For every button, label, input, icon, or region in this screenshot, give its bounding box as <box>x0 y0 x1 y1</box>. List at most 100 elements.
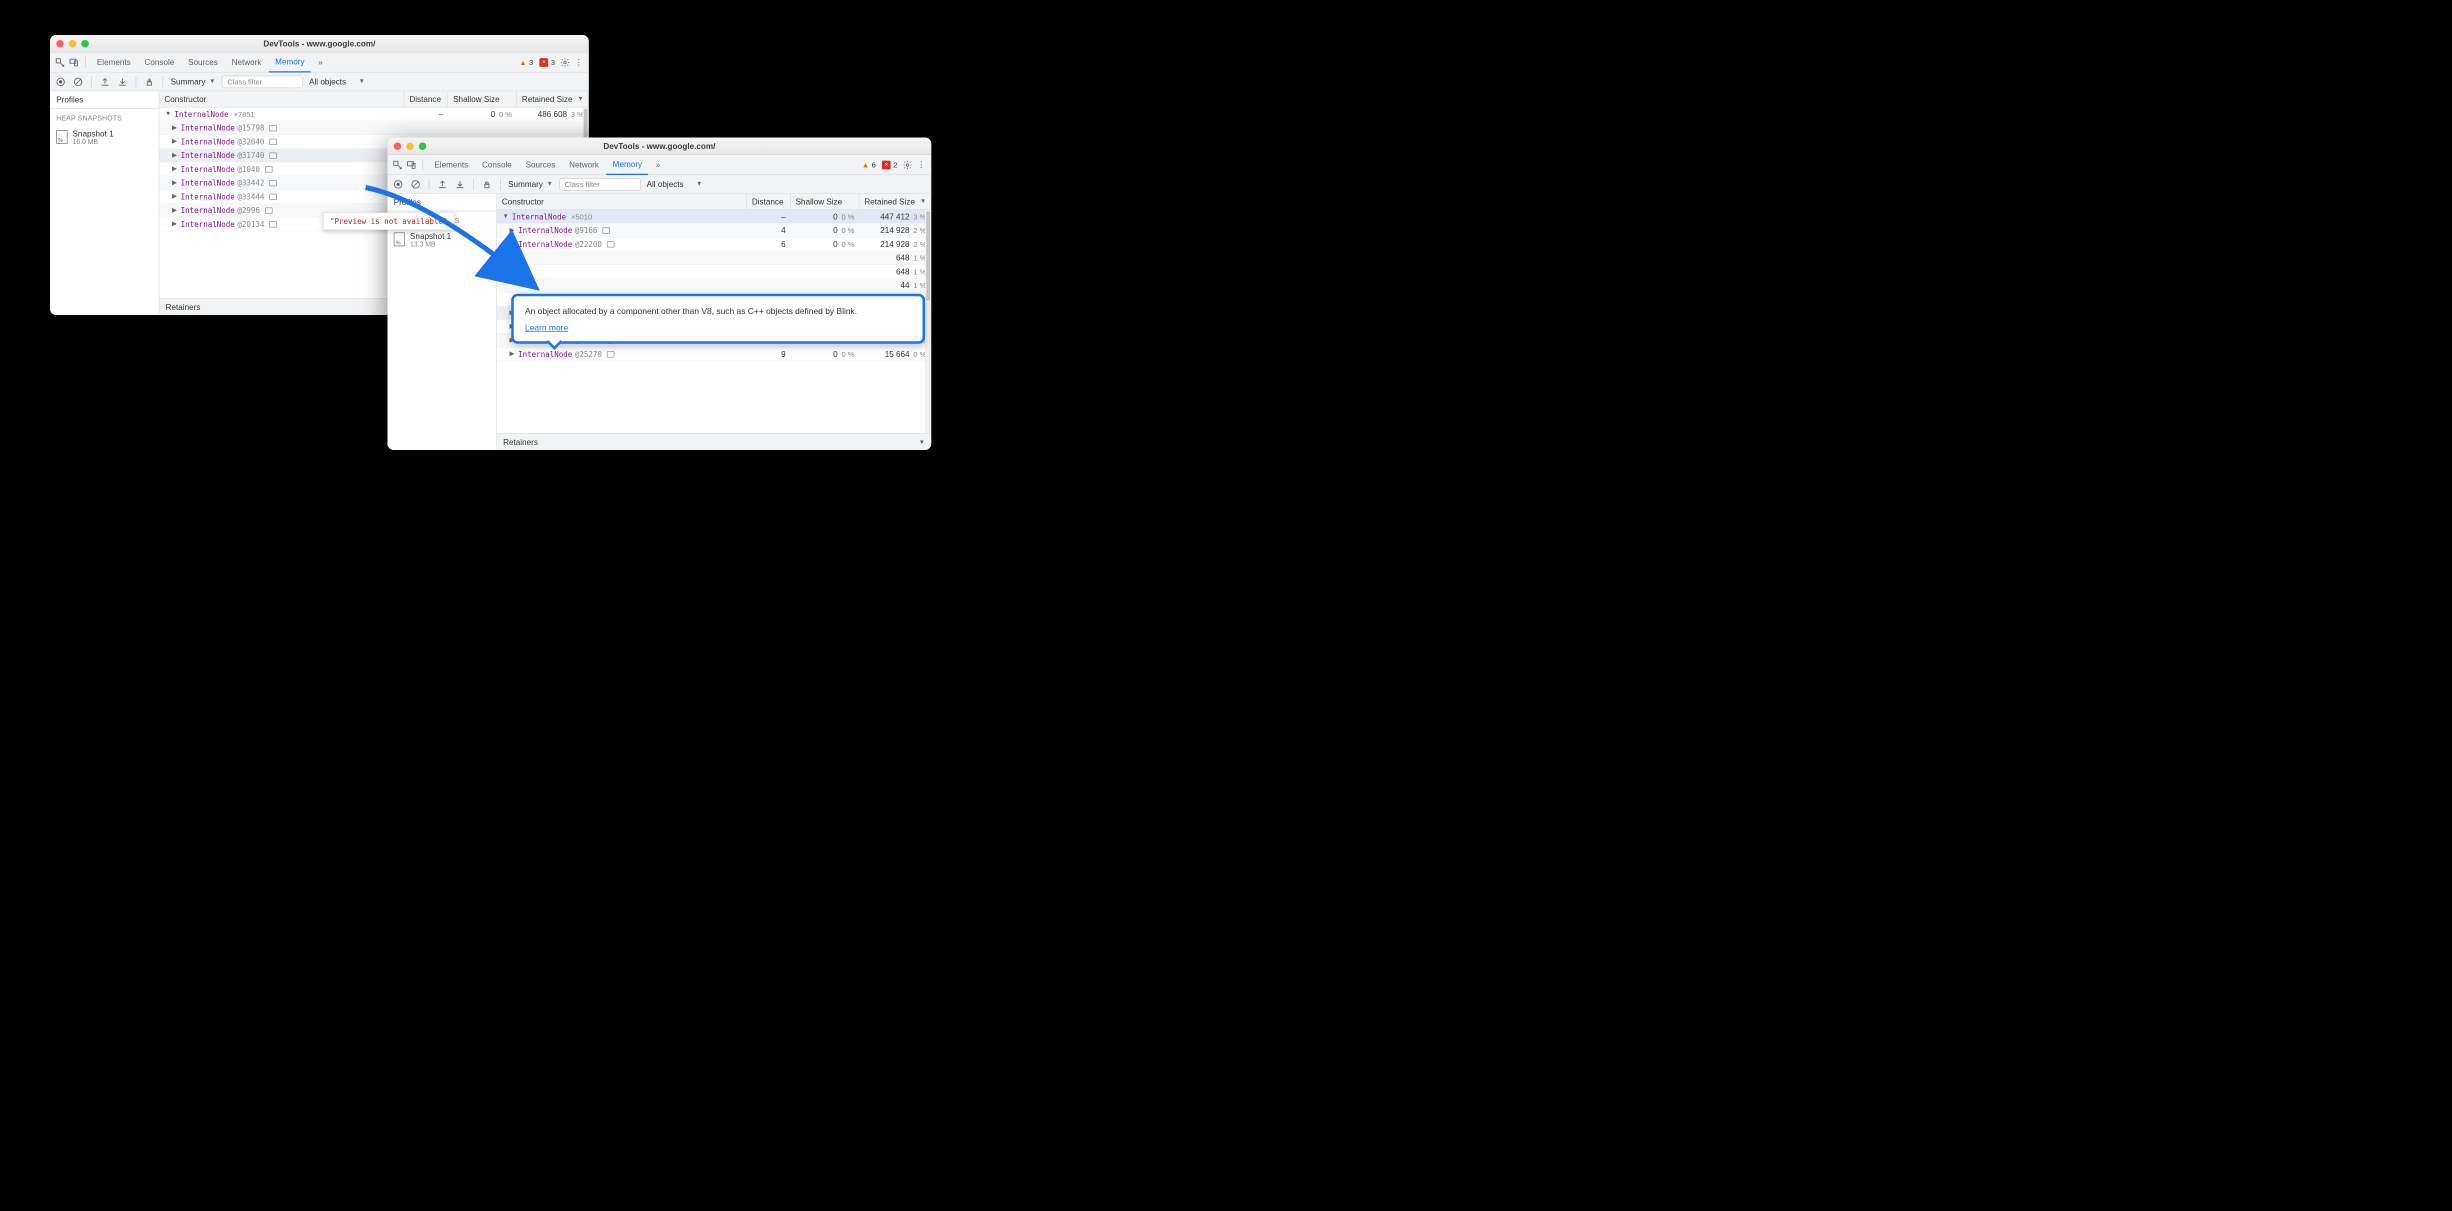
export-icon[interactable] <box>437 178 448 189</box>
chevron-down-icon[interactable]: ▼ <box>164 111 172 118</box>
object-icon <box>269 152 277 158</box>
device-icon[interactable] <box>68 56 81 69</box>
chevron-right-icon[interactable]: ▶ <box>171 166 179 173</box>
warning-chip[interactable]: ▲6 <box>862 160 876 169</box>
error-chip[interactable]: ×3 <box>540 58 555 67</box>
chevron-right-icon[interactable]: ▶ <box>508 351 516 358</box>
snapshot-item[interactable]: Snapshot 1 16.0 MB <box>50 125 159 149</box>
record-icon[interactable] <box>393 178 404 189</box>
device-icon[interactable] <box>405 158 418 171</box>
chevron-right-icon[interactable]: ▶ <box>171 138 179 145</box>
retainers-header[interactable]: Retainers ▼ <box>497 434 931 450</box>
titlebar[interactable]: DevTools - www.google.com/ <box>388 138 932 156</box>
close-button[interactable] <box>56 40 64 48</box>
tab-network[interactable]: Network <box>225 52 267 72</box>
col-retained[interactable]: Retained Size▼ <box>517 91 589 107</box>
inspect-icon[interactable] <box>391 158 404 171</box>
tab-more[interactable]: » <box>312 52 329 72</box>
zoom-button[interactable] <box>81 40 89 48</box>
chevron-right-icon[interactable]: ▶ <box>171 193 179 200</box>
object-filter-select[interactable]: All objects <box>309 77 346 86</box>
titlebar[interactable]: DevTools - www.google.com/ <box>50 35 589 53</box>
devtools-tabbar: Elements Console Sources Network Memory … <box>50 53 589 73</box>
col-distance[interactable]: Distance <box>404 91 448 107</box>
object-id: @2996 <box>237 206 260 215</box>
col-constructor[interactable]: Constructor <box>497 194 747 210</box>
gc-icon[interactable] <box>144 76 155 87</box>
settings-icon[interactable] <box>559 56 572 69</box>
zoom-button[interactable] <box>419 142 427 150</box>
col-retained[interactable]: Retained Size▼ <box>859 194 931 210</box>
object-id: @20134 <box>237 220 264 229</box>
col-constructor[interactable]: Constructor <box>159 91 404 107</box>
table-row[interactable]: ▶InternalNode @25270900 %15 6640 % <box>497 348 931 362</box>
gc-icon[interactable] <box>481 178 492 189</box>
class-filter-input[interactable]: Class filter <box>559 178 640 191</box>
inspect-icon[interactable] <box>54 56 67 69</box>
tab-sources[interactable]: Sources <box>519 155 561 175</box>
tab-elements[interactable]: Elements <box>91 52 137 72</box>
scrollbar[interactable] <box>925 210 931 433</box>
col-distance[interactable]: Distance <box>747 194 791 210</box>
table-row[interactable]: 6481 % <box>497 251 931 265</box>
chevron-right-icon[interactable]: ▶ <box>508 241 516 248</box>
tab-console[interactable]: Console <box>476 155 518 175</box>
chevron-down-icon[interactable]: ▼ <box>502 213 510 220</box>
minimize-button[interactable] <box>69 40 77 48</box>
caret-icon: ▼ <box>209 78 215 85</box>
tab-sources[interactable]: Sources <box>182 52 224 72</box>
tab-memory[interactable]: Memory <box>606 155 648 175</box>
chevron-right-icon[interactable]: ▶ <box>171 179 179 186</box>
table-row[interactable]: 441 % <box>497 279 931 293</box>
divider <box>423 159 424 170</box>
import-icon[interactable] <box>117 76 128 87</box>
settings-icon[interactable] <box>901 158 914 171</box>
table-row[interactable]: ▶InternalNode @15798 <box>159 121 588 135</box>
constructor-cell: ▼InternalNode×7851 <box>159 110 404 119</box>
memory-toolbar: Summary▼ Class filter All objects ▼ <box>388 175 932 194</box>
chevron-right-icon[interactable]: ▶ <box>171 152 179 159</box>
minimize-button[interactable] <box>406 142 414 150</box>
table-row[interactable]: ▼InternalNode×5010–00 %447 4123 % <box>497 210 931 224</box>
view-select[interactable]: Summary▼ <box>171 77 216 86</box>
table-row[interactable]: 6481 % <box>497 265 931 279</box>
chevron-right-icon[interactable]: ▶ <box>508 227 516 234</box>
col-shallow[interactable]: Shallow Size <box>791 194 860 210</box>
caret-icon[interactable]: ▼ <box>696 181 702 188</box>
chevron-right-icon[interactable]: ▶ <box>171 221 179 228</box>
distance-cell: – <box>747 212 791 221</box>
table-row[interactable]: ▼InternalNode×7851–00 %486 6083 % <box>159 108 588 122</box>
tab-memory[interactable]: Memory <box>269 52 311 72</box>
warning-chip[interactable]: ▲3 <box>519 58 533 67</box>
table-row[interactable]: ▶InternalNode @22200600 %214 9282 % <box>497 238 931 252</box>
kebab-icon[interactable]: ⋮ <box>573 56 586 69</box>
table-row[interactable]: ▶InternalNode @9166400 %214 9282 % <box>497 224 931 238</box>
clear-icon[interactable] <box>73 76 84 87</box>
chevron-right-icon[interactable]: ▶ <box>171 124 179 131</box>
kebab-icon[interactable]: ⋮ <box>915 158 928 171</box>
chevron-right-icon[interactable]: ▶ <box>171 207 179 214</box>
tab-elements[interactable]: Elements <box>428 155 474 175</box>
learn-more-link[interactable]: Learn more <box>525 323 568 332</box>
export-icon[interactable] <box>99 76 110 87</box>
class-filter-input[interactable]: Class filter <box>222 75 303 88</box>
caret-icon[interactable]: ▼ <box>359 78 365 85</box>
col-shallow[interactable]: Shallow Size <box>448 91 517 107</box>
snapshot-name: Snapshot 1 <box>73 129 114 138</box>
close-button[interactable] <box>394 142 402 150</box>
tab-console[interactable]: Console <box>138 52 180 72</box>
warning-icon: ▲ <box>862 160 869 169</box>
heap-grid: Constructor Distance Shallow Size Retain… <box>497 194 931 450</box>
object-icon <box>265 207 273 213</box>
clear-icon[interactable] <box>410 178 421 189</box>
record-icon[interactable] <box>55 76 66 87</box>
snapshot-item[interactable]: Snapshot 1 13.3 MB <box>388 228 497 252</box>
view-select[interactable]: Summary▼ <box>508 179 553 188</box>
object-filter-select[interactable]: All objects <box>647 179 684 188</box>
tab-more[interactable]: » <box>650 155 667 175</box>
divider <box>473 178 474 189</box>
tab-network[interactable]: Network <box>563 155 605 175</box>
error-chip[interactable]: ×2 <box>882 160 897 169</box>
constructor-cell: ▼InternalNode×5010 <box>497 212 747 221</box>
import-icon[interactable] <box>454 178 465 189</box>
